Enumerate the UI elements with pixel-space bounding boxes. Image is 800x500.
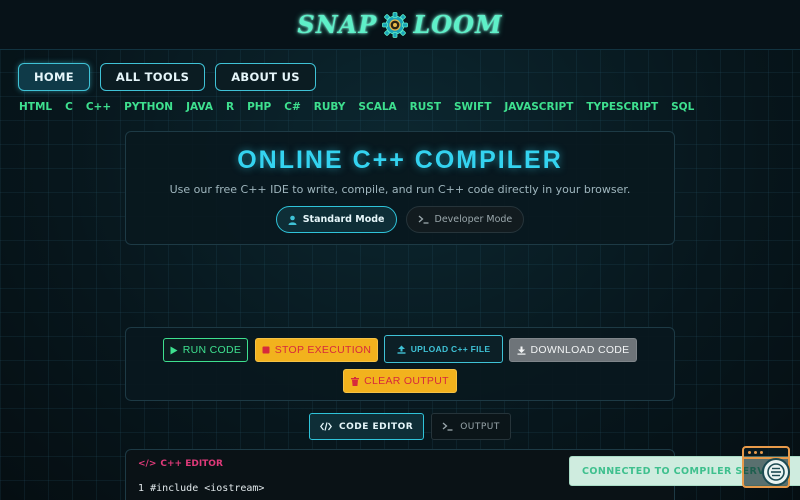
- standard-mode-button[interactable]: Standard Mode: [275, 206, 397, 233]
- code-line: #include <iostream>: [150, 483, 265, 494]
- lang-link-rust[interactable]: RUST: [410, 101, 441, 113]
- download-code-label: DOWNLOAD CODE: [530, 344, 630, 356]
- download-code-button[interactable]: DOWNLOAD CODE: [509, 338, 637, 362]
- mode-switch: Standard Mode Developer Mode: [126, 206, 674, 233]
- terminal-icon: [442, 422, 453, 431]
- line-number: 1: [138, 483, 145, 494]
- logo-text-right: LOOM: [413, 10, 503, 39]
- code-editor-input[interactable]: 1 #include <iostream>: [138, 483, 264, 494]
- trash-icon: [351, 376, 360, 386]
- logo-text-left: SNAP: [297, 10, 378, 39]
- editor-header: </> C++ EDITOR: [138, 459, 223, 469]
- lang-link-c[interactable]: C: [65, 101, 73, 113]
- lang-link-r[interactable]: R: [226, 101, 234, 113]
- page-subtitle: Use our free C++ IDE to write, compile, …: [169, 183, 631, 196]
- page-title: ONLINE C++ COMPILER: [237, 146, 563, 174]
- upload-file-button[interactable]: UPLOAD C++ FILE: [384, 335, 503, 363]
- clear-output-button[interactable]: CLEAR OUTPUT: [343, 369, 457, 393]
- lang-link-cpp[interactable]: C++: [86, 101, 111, 113]
- chat-widget-icon[interactable]: [762, 458, 790, 486]
- terminal-icon: [418, 215, 429, 224]
- lang-link-csharp[interactable]: C#: [284, 101, 301, 113]
- lang-link-swift[interactable]: SWIFT: [454, 101, 491, 113]
- code-icon: </>: [138, 459, 157, 469]
- code-icon: [320, 422, 332, 431]
- nav-all-tools-button[interactable]: ALL TOOLS: [99, 63, 206, 91]
- view-tabs: CODE EDITOR OUTPUT: [309, 413, 511, 440]
- site-logo[interactable]: SNAP LOOM: [297, 10, 502, 39]
- run-code-label: RUN CODE: [182, 344, 242, 356]
- stop-icon: [262, 346, 270, 354]
- lang-link-ruby[interactable]: RUBY: [314, 101, 346, 113]
- language-nav: HTML C C++ PYTHON JAVA R PHP C# RUBY SCA…: [19, 101, 694, 113]
- nav-home-button[interactable]: HOME: [18, 63, 90, 91]
- main-nav: HOME ALL TOOLS ABOUT US: [18, 63, 316, 91]
- tab-output-label: OUTPUT: [460, 421, 500, 432]
- standard-mode-label: Standard Mode: [302, 214, 385, 225]
- developer-mode-label: Developer Mode: [434, 214, 513, 225]
- stop-execution-label: STOP EXECUTION: [274, 344, 372, 356]
- tab-code-editor[interactable]: CODE EDITOR: [309, 413, 425, 440]
- run-code-button[interactable]: RUN CODE: [163, 338, 248, 362]
- upload-file-label: UPLOAD C++ FILE: [410, 344, 491, 354]
- tab-output[interactable]: OUTPUT: [431, 413, 511, 440]
- hero-card: ONLINE C++ COMPILER Use our free C++ IDE…: [125, 131, 675, 245]
- action-toolbar: RUN CODE STOP EXECUTION UPLOAD C++ FILE …: [125, 327, 675, 401]
- lang-link-java[interactable]: JAVA: [186, 101, 213, 113]
- lang-link-html[interactable]: HTML: [19, 101, 52, 113]
- gear-icon: [382, 11, 409, 38]
- upload-icon: [397, 345, 406, 354]
- stop-execution-button[interactable]: STOP EXECUTION: [255, 338, 378, 362]
- lang-link-javascript[interactable]: JAVASCRIPT: [504, 101, 573, 113]
- lang-link-sql[interactable]: SQL: [671, 101, 694, 113]
- chat-widget-glyph-icon: [767, 463, 785, 481]
- developer-mode-button[interactable]: Developer Mode: [405, 206, 525, 233]
- site-header: SNAP LOOM: [0, 0, 800, 50]
- download-icon: [517, 346, 525, 355]
- lang-link-typescript[interactable]: TYPESCRIPT: [586, 101, 658, 113]
- play-icon: [170, 346, 178, 354]
- editor-title: C++ EDITOR: [160, 459, 223, 469]
- lang-link-python[interactable]: PYTHON: [124, 101, 173, 113]
- tab-code-editor-label: CODE EDITOR: [339, 421, 414, 432]
- clear-output-label: CLEAR OUTPUT: [364, 375, 449, 387]
- user-icon: [288, 215, 297, 225]
- lang-link-php[interactable]: PHP: [247, 101, 271, 113]
- lang-link-scala[interactable]: SCALA: [358, 101, 396, 113]
- nav-about-us-button[interactable]: ABOUT US: [215, 63, 316, 91]
